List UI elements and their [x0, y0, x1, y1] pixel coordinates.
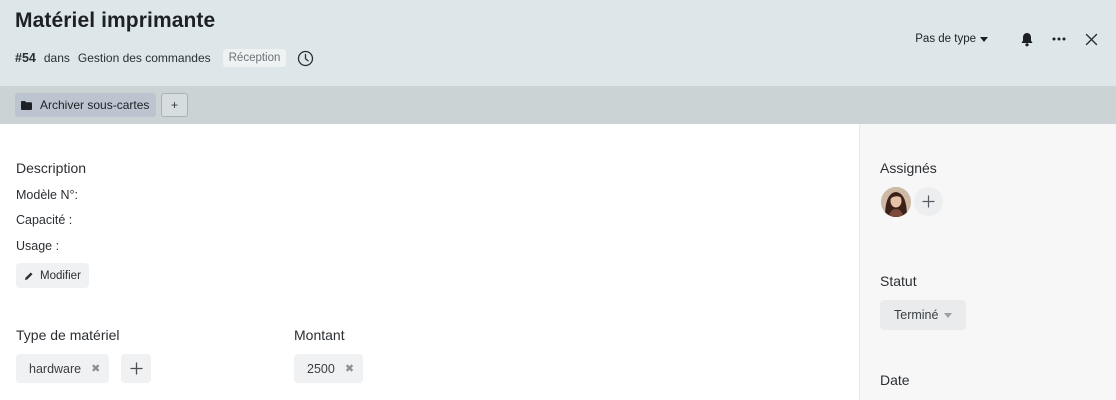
add-assignee-button[interactable] — [914, 187, 943, 216]
description-line-model: Modèle N°: — [16, 188, 78, 202]
type-label: Pas de type — [915, 33, 976, 45]
assignees-label: Assignés — [880, 160, 937, 176]
pencil-icon — [24, 271, 34, 281]
edit-description-label: Modifier — [40, 269, 81, 282]
amount-chip: 2500 ✖ — [294, 354, 364, 383]
more-icon[interactable] — [1048, 28, 1070, 50]
close-icon[interactable] — [1080, 28, 1102, 50]
amount-label: Montant — [294, 327, 345, 343]
assignee-avatar[interactable] — [881, 187, 911, 217]
amount-value: 2500 — [307, 361, 335, 376]
card-number: #54 — [15, 51, 36, 65]
folder-icon — [21, 100, 32, 110]
caret-down-icon — [944, 312, 953, 318]
description-line-usage: Usage : — [16, 239, 60, 253]
type-dropdown[interactable]: Pas de type — [915, 33, 988, 45]
description-line-capacity: Capacité : — [16, 213, 73, 227]
material-type-chip: hardware ✖ — [16, 354, 110, 383]
add-material-type-button[interactable] — [121, 354, 151, 383]
remove-material-type-icon[interactable]: ✖ — [91, 362, 100, 375]
material-type-value: hardware — [29, 361, 82, 376]
archive-subcards-button[interactable]: Archiver sous-cartes — [15, 93, 157, 117]
list-badge[interactable]: Réception — [222, 49, 287, 67]
bell-icon[interactable] — [1016, 28, 1038, 50]
archive-subcards-label: Archiver sous-cartes — [40, 98, 150, 112]
add-toolbar-button[interactable]: + — [161, 93, 188, 117]
remove-amount-icon[interactable]: ✖ — [345, 362, 354, 375]
card-title[interactable]: Matériel imprimante — [15, 9, 215, 33]
date-label: Date — [880, 372, 910, 388]
material-type-label: Type de matériel — [16, 327, 120, 343]
status-dropdown[interactable]: Terminé — [880, 300, 967, 330]
card-meta: #54 dans Gestion des commandes Réception — [15, 47, 314, 69]
description-heading: Description — [16, 160, 87, 176]
clock-icon[interactable] — [296, 49, 314, 67]
status-label: Statut — [880, 273, 917, 289]
card-header: Matériel imprimante #54 dans Gestion des… — [0, 0, 1116, 86]
board-link[interactable]: Gestion des commandes — [78, 51, 211, 65]
edit-description-button[interactable]: Modifier — [16, 263, 89, 288]
header-actions: Pas de type — [915, 28, 1102, 50]
in-text: dans — [43, 51, 70, 65]
status-value: Terminé — [894, 308, 939, 322]
caret-down-icon — [980, 36, 988, 42]
